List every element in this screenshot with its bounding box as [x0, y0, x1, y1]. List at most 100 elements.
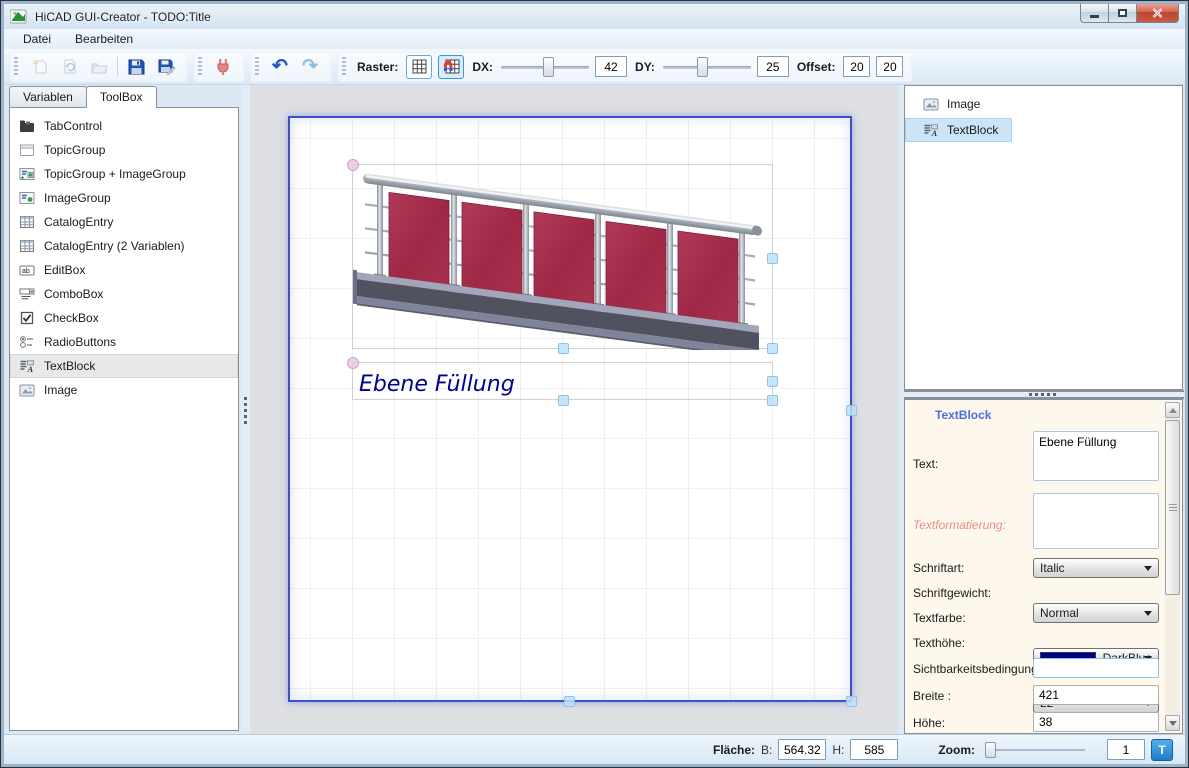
new-file-button[interactable]: [27, 55, 51, 79]
open-folder-button[interactable]: [87, 55, 111, 79]
zoom-slider-thumb[interactable]: [985, 742, 996, 758]
toolbar-grip[interactable]: [255, 57, 259, 77]
canvas-textblock-element[interactable]: Ebene Füllung: [352, 362, 773, 400]
toolbar-separator: [117, 57, 118, 77]
dy-slider[interactable]: [663, 57, 751, 77]
textcolor-label: Textfarbe:: [913, 611, 966, 625]
dx-slider[interactable]: [501, 57, 589, 77]
surface-bottom-handle[interactable]: [564, 696, 575, 707]
minimize-button[interactable]: [1080, 4, 1109, 23]
fontstyle-dropdown[interactable]: Italic: [1033, 558, 1159, 578]
design-canvas[interactable]: Ebene Füllung: [250, 85, 898, 734]
toolbox-item-catalogentry-2[interactable]: CatalogEntry (2 Variablen): [10, 234, 238, 258]
fontweight-dropdown[interactable]: Normal: [1033, 603, 1159, 623]
toolbox-item-textblock[interactable]: A TextBlock: [10, 354, 238, 378]
railing-image: [353, 165, 774, 350]
text-input[interactable]: Ebene Füllung: [1033, 431, 1159, 481]
offset-y-input[interactable]: [876, 56, 903, 77]
dx-label: DX:: [472, 60, 493, 74]
scrollbar-thumb[interactable]: [1165, 420, 1180, 595]
right-splitter[interactable]: [904, 390, 1184, 399]
textblock-bottomright-handle[interactable]: [767, 395, 778, 406]
width-label: Breite :: [913, 689, 951, 703]
image-bottomright-handle[interactable]: [767, 343, 778, 354]
area-height-input[interactable]: [850, 739, 898, 760]
toolbox-item-tabcontrol[interactable]: TabControl: [10, 114, 238, 138]
surface-bottomright-handle[interactable]: [846, 696, 857, 707]
save-button[interactable]: [124, 55, 148, 79]
plug-button[interactable]: [211, 55, 235, 79]
toolbox-item-combobox[interactable]: ComboBox: [10, 282, 238, 306]
zoom-slider[interactable]: [985, 741, 1085, 759]
properties-header: TextBlock: [935, 408, 991, 422]
undo-button[interactable]: ↶: [268, 55, 292, 79]
title-bar[interactable]: HiCAD GUI-Creator - TODO:Title: [4, 4, 1185, 29]
scroll-up-button[interactable]: [1165, 402, 1180, 418]
dy-slider-thumb[interactable]: [697, 57, 708, 77]
toolbox-item-editbox[interactable]: ab EditBox: [10, 258, 238, 282]
textformat-input[interactable]: [1033, 493, 1159, 549]
toolbox-item-label: TopicGroup: [44, 143, 105, 157]
reload-file-icon: [61, 58, 78, 75]
redo-icon: ↷: [302, 57, 318, 76]
toolbar-grip[interactable]: [342, 57, 346, 77]
grid-magnet-icon: [443, 59, 460, 75]
outline-item-textblock[interactable]: A TextBlock: [905, 118, 1012, 142]
area-width-input[interactable]: [778, 739, 826, 760]
offset-x-input[interactable]: [843, 56, 870, 77]
properties-panel: TextBlock Text: Ebene Füllung Textformat…: [904, 399, 1183, 734]
textblock-bottom-handle[interactable]: [558, 395, 569, 406]
width-input[interactable]: [1033, 685, 1159, 705]
toolbox-item-topicgroup-imagegroup[interactable]: TopicGroup + ImageGroup: [10, 162, 238, 186]
h-label: H:: [832, 743, 844, 757]
maximize-button[interactable]: [1109, 4, 1137, 23]
redo-button[interactable]: ↷: [298, 55, 322, 79]
image-bottom-handle[interactable]: [558, 343, 569, 354]
dx-input[interactable]: [595, 56, 627, 77]
b-label: B:: [761, 743, 772, 757]
toolbox-item-checkbox[interactable]: CheckBox: [10, 306, 238, 330]
image-right-handle[interactable]: [767, 253, 778, 264]
image-topleft-handle[interactable]: [347, 159, 359, 171]
menu-datei[interactable]: Datei: [14, 30, 60, 48]
save-as-button[interactable]: [154, 55, 178, 79]
zoom-input[interactable]: [1107, 739, 1145, 760]
canvas-image-element[interactable]: [352, 164, 773, 349]
radiobuttons-icon: [19, 334, 35, 350]
reload-file-button[interactable]: [57, 55, 81, 79]
window-title: HiCAD GUI-Creator - TODO:Title: [35, 10, 211, 24]
grid-toggle-button[interactable]: [406, 55, 432, 79]
tab-toolbox[interactable]: ToolBox: [86, 86, 157, 108]
save-as-icon: [157, 58, 176, 76]
grid-snap-toggle-button[interactable]: [438, 55, 464, 79]
outline-panel: Image A TextBlock: [904, 85, 1183, 390]
toolbox-item-imagegroup[interactable]: ImageGroup: [10, 186, 238, 210]
toolbox-item-image[interactable]: Image: [10, 378, 238, 402]
text-mode-button[interactable]: T: [1151, 739, 1173, 761]
toolbox-item-topicgroup[interactable]: TopicGroup: [10, 138, 238, 162]
toolbox-item-catalogentry[interactable]: CatalogEntry: [10, 210, 238, 234]
textblock-right-handle[interactable]: [767, 376, 778, 387]
dy-input[interactable]: [757, 56, 789, 77]
toolbox-item-radiobuttons[interactable]: RadioButtons: [10, 330, 238, 354]
toolbox-item-label: CheckBox: [44, 311, 99, 325]
dx-slider-thumb[interactable]: [543, 57, 554, 77]
toolbar-grip[interactable]: [14, 57, 18, 77]
textblock-topleft-handle[interactable]: [347, 357, 359, 369]
close-button[interactable]: [1137, 4, 1179, 23]
connect-toolbar-group: [194, 52, 244, 82]
toolbar-grip[interactable]: [198, 57, 202, 77]
left-splitter[interactable]: [241, 85, 250, 731]
height-input[interactable]: [1033, 712, 1159, 732]
surface-right-handle[interactable]: [846, 405, 857, 416]
visibility-input[interactable]: [1033, 658, 1159, 678]
menu-bar: Datei Bearbeiten: [4, 29, 1185, 49]
design-surface[interactable]: Ebene Füllung: [288, 116, 852, 702]
outline-item-image[interactable]: Image: [905, 92, 994, 116]
menu-bearbeiten[interactable]: Bearbeiten: [66, 30, 142, 48]
properties-scrollbar[interactable]: [1165, 402, 1180, 731]
tab-variablen[interactable]: Variablen: [9, 86, 87, 107]
plug-icon: [216, 58, 230, 76]
fontstyle-label: Schriftart:: [913, 561, 964, 575]
scroll-down-button[interactable]: [1165, 715, 1180, 731]
